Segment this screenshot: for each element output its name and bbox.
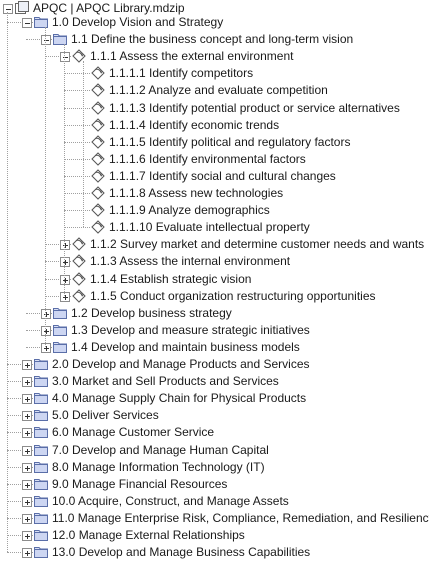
- tree-node-label: 1.1.1.1 Identify competitors: [109, 66, 254, 80]
- tree-node[interactable]: 12.0 Manage External Relationships: [0, 527, 429, 544]
- expand-toggle[interactable]: [22, 377, 32, 387]
- tree-node[interactable]: 13.0 Develop and Manage Business Capabil…: [0, 544, 429, 561]
- tree-node[interactable]: 5.0 Deliver Services: [0, 407, 429, 424]
- tree-node-label: 1.3 Develop and measure strategic initia…: [71, 323, 310, 337]
- expand-toggle[interactable]: [22, 411, 32, 421]
- expand-toggle[interactable]: [22, 548, 32, 558]
- tree-node-label: 5.0 Deliver Services: [52, 408, 159, 422]
- tree-connector: [64, 90, 90, 91]
- expand-toggle[interactable]: [60, 292, 70, 302]
- tree-node[interactable]: 6.0 Manage Customer Service: [0, 424, 429, 441]
- tree-node-label: 1.2 Develop business strategy: [71, 306, 232, 320]
- expand-toggle[interactable]: [22, 360, 32, 370]
- folder-icon: [33, 544, 49, 563]
- expand-toggle[interactable]: [60, 257, 70, 267]
- tree-node-label: 1.1.4 Establish strategic vision: [90, 272, 252, 286]
- tree-node-label: 11.0 Manage Enterprise Risk, Compliance,…: [52, 511, 429, 525]
- tree-node[interactable]: 11.0 Manage Enterprise Risk, Compliance,…: [0, 510, 429, 527]
- tree-connector: [64, 193, 90, 194]
- tree-node-label: 3.0 Market and Sell Products and Service…: [52, 374, 279, 388]
- tree-connector: [83, 61, 84, 227]
- tree-connector: [64, 73, 90, 74]
- expand-toggle[interactable]: [22, 497, 32, 507]
- expand-toggle[interactable]: [22, 480, 32, 490]
- tree-node-label: 1.1.1.6 Identify environmental factors: [109, 152, 306, 166]
- tree-node-label: 1.1.1.4 Identify economic trends: [109, 118, 280, 132]
- process-icon: [71, 253, 87, 272]
- collapse-toggle[interactable]: [60, 52, 70, 62]
- expand-toggle[interactable]: [60, 275, 70, 285]
- tree-node-label: 10.0 Acquire, Construct, and Manage Asse…: [52, 494, 289, 508]
- tree-node[interactable]: 1.3 Develop and measure strategic initia…: [0, 322, 429, 339]
- containment-tree: APQC | APQC Library.mdzip 1.0 Develop Vi…: [0, 0, 429, 561]
- tree-connector: [64, 159, 90, 160]
- tree-node-label: 8.0 Manage Information Technology (IT): [52, 460, 265, 474]
- tree-node-label: 9.0 Manage Financial Resources: [52, 477, 228, 491]
- expand-toggle[interactable]: [41, 343, 51, 353]
- tree-node[interactable]: 10.0 Acquire, Construct, and Manage Asse…: [0, 493, 429, 510]
- tree-connector: [64, 142, 90, 143]
- tree-node-label: 1.1.1.9 Analyze demographics: [109, 203, 270, 217]
- tree-node-label: 6.0 Manage Customer Service: [52, 425, 215, 439]
- tree-node[interactable]: 9.0 Manage Financial Resources: [0, 476, 429, 493]
- tree-node-label: 1.1.1.8 Assess new technologies: [109, 186, 284, 200]
- tree-node-label: 1.1.1.5 Identify political and regulator…: [109, 135, 351, 149]
- expand-toggle[interactable]: [60, 240, 70, 250]
- tree-connector: [64, 125, 90, 126]
- tree-node-label: 1.1.3 Assess the internal environment: [90, 254, 291, 268]
- tree-node-label: 1.1.5 Conduct organization restructuring…: [90, 289, 376, 303]
- tree-node-label: 1.1.2 Survey market and determine custom…: [90, 237, 425, 251]
- tree-node-label: 1.4 Develop and maintain business models: [71, 340, 300, 354]
- collapse-toggle[interactable]: [41, 35, 51, 45]
- collapse-toggle[interactable]: [22, 18, 32, 28]
- tree-connector: [64, 227, 90, 228]
- tree-node-label: 1.1.1.7 Identify social and cultural cha…: [109, 169, 336, 183]
- tree-node-label: 2.0 Develop and Manage Products and Serv…: [52, 357, 310, 371]
- tree-connector: [45, 27, 46, 347]
- tree-node-label: 1.1.1.10 Evaluate intellectual property: [109, 220, 310, 234]
- tree-node-label: 4.0 Manage Supply Chain for Physical Pro…: [52, 391, 307, 405]
- tree-connector: [64, 210, 90, 211]
- tree-node[interactable]: 1.4 Develop and maintain business models: [0, 339, 429, 356]
- tree-node[interactable]: 2.0 Develop and Manage Products and Serv…: [0, 356, 429, 373]
- tree-connector: [64, 44, 65, 296]
- tree-node[interactable]: 7.0 Develop and Manage Human Capital: [0, 442, 429, 459]
- tree-connector: [64, 108, 90, 109]
- tree-node-label: 1.1.1.3 Identify potential product or se…: [109, 101, 400, 115]
- tree-node[interactable]: 8.0 Manage Information Technology (IT): [0, 459, 429, 476]
- tree-node[interactable]: 1.0 Develop Vision and Strategy: [0, 14, 429, 31]
- tree-node-label: 1.1 Define the business concept and long…: [71, 32, 354, 46]
- expand-toggle[interactable]: [22, 394, 32, 404]
- tree-node[interactable]: 1.2 Develop business strategy: [0, 305, 429, 322]
- tree-connector: [7, 12, 8, 552]
- folder-icon: [33, 424, 49, 443]
- process-icon: [90, 82, 106, 101]
- expand-toggle[interactable]: [41, 326, 51, 336]
- expand-toggle[interactable]: [22, 514, 32, 524]
- tree-node-label: 12.0 Manage External Relationships: [52, 528, 245, 542]
- tree-node[interactable]: 3.0 Market and Sell Products and Service…: [0, 373, 429, 390]
- tree-node-label: 1.1.1.2 Analyze and evaluate competition: [109, 83, 328, 97]
- tree-node-label: 1.1.1 Assess the external environment: [90, 49, 294, 63]
- collapse-toggle[interactable]: [3, 4, 13, 14]
- expand-toggle[interactable]: [22, 446, 32, 456]
- expand-toggle[interactable]: [22, 428, 32, 438]
- expand-toggle[interactable]: [41, 309, 51, 319]
- tree-node-label: 1.0 Develop Vision and Strategy: [52, 15, 224, 29]
- tree-connector: [64, 176, 90, 177]
- tree-node[interactable]: 4.0 Manage Supply Chain for Physical Pro…: [0, 390, 429, 407]
- expand-toggle[interactable]: [22, 531, 32, 541]
- tree-node-label: 7.0 Develop and Manage Human Capital: [52, 443, 269, 457]
- expand-toggle[interactable]: [22, 463, 32, 473]
